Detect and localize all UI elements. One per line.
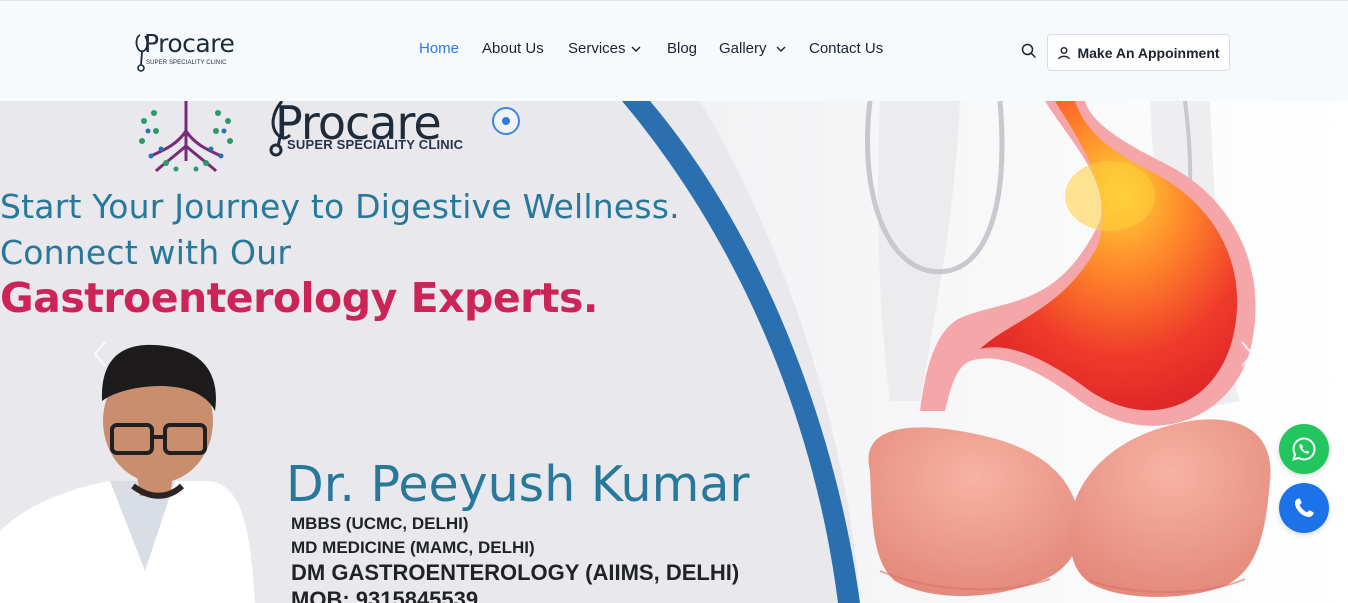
nav-about-us[interactable]: About Us xyxy=(482,39,544,59)
nav-blog[interactable]: Blog xyxy=(667,39,697,59)
doctor-credential: MBBS (UCMC, DELHI) xyxy=(291,514,469,533)
nav-home[interactable]: Home xyxy=(419,39,459,59)
chevron-down-icon xyxy=(776,46,786,52)
hero-headline-line3: Gastroenterology Experts. xyxy=(0,274,598,322)
whatsapp-icon xyxy=(1292,437,1316,461)
site-logo[interactable]: Procare SUPER SPECIALITY CLINIC xyxy=(134,29,244,73)
site-header: Procare SUPER SPECIALITY CLINIC Home Abo… xyxy=(0,0,1348,101)
slide-indicator-dot[interactable] xyxy=(492,107,520,135)
nav-gallery-label: Gallery xyxy=(719,40,767,57)
call-button[interactable] xyxy=(1279,483,1329,533)
logo-name: Procare xyxy=(144,29,235,58)
doctor-name: Dr. Peeyush Kumar xyxy=(286,456,750,513)
nav-gallery[interactable]: Gallery xyxy=(719,39,786,59)
phone-icon xyxy=(1295,498,1314,517)
doctor-credential: MD MEDICINE (MAMC, DELHI) xyxy=(291,538,535,557)
chevron-left-icon[interactable] xyxy=(90,339,110,369)
nav-services-label: Services xyxy=(568,40,626,57)
chevron-down-icon xyxy=(631,46,641,52)
nav-contact-us[interactable]: Contact Us xyxy=(809,39,883,59)
nav-services[interactable]: Services xyxy=(568,39,641,59)
hero-brand-tagline: SUPER SPECIALITY CLINIC xyxy=(287,137,464,152)
doctor-credential: DM GASTROENTEROLOGY (AIIMS, DELHI) xyxy=(291,560,740,585)
hero-headline-line1: Start Your Journey to Digestive Wellness… xyxy=(0,187,680,226)
hero-background-image xyxy=(0,101,1348,603)
make-appointment-button[interactable]: Make An Appoinment xyxy=(1047,34,1230,71)
search-icon[interactable] xyxy=(1020,42,1038,60)
logo-tagline: SUPER SPECIALITY CLINIC xyxy=(146,60,227,66)
hero-headline-line2: Connect with Our xyxy=(0,233,292,272)
doctor-phone: MOB: 9315845539 xyxy=(291,587,479,603)
user-icon xyxy=(1058,46,1071,59)
chevron-right-icon[interactable] xyxy=(1237,339,1257,369)
whatsapp-button[interactable] xyxy=(1279,424,1329,474)
hero-slider: Procare SUPER SPECIALITY CLINIC Start Yo… xyxy=(0,101,1348,603)
make-appointment-label: Make An Appoinment xyxy=(1077,44,1220,61)
